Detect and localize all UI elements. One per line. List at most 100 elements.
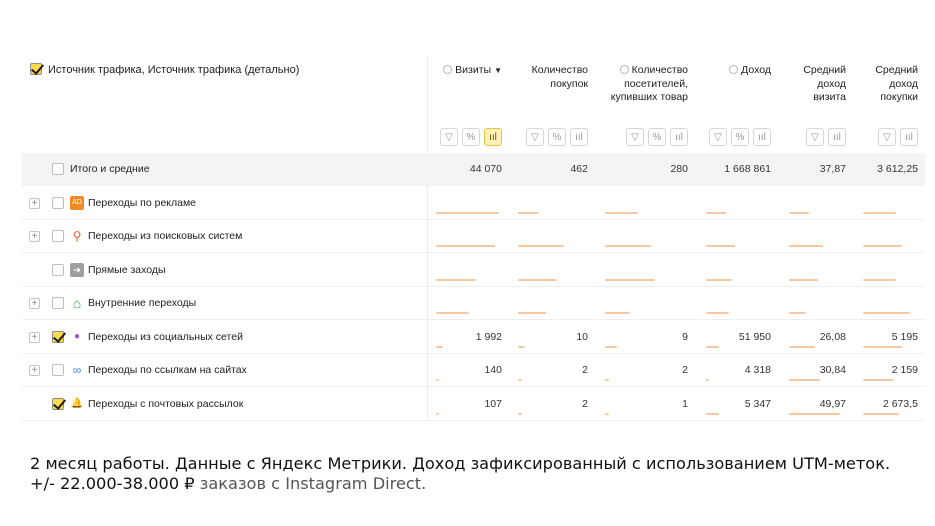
metric-cell: 1 992 — [475, 330, 502, 343]
percent-icon[interactable]: % — [648, 128, 666, 146]
metric-bar — [605, 345, 617, 348]
table-row[interactable]: + AD Переходы по рекламе — [22, 187, 925, 220]
metric-bar — [436, 412, 439, 415]
sort-desc-icon[interactable]: ▼ — [494, 66, 502, 75]
column-header-3[interactable]: Количество посетителей, купивших товар — [604, 64, 688, 105]
metric-bar — [706, 278, 732, 281]
search-icon: ⚲ — [72, 229, 82, 243]
metric-cell: 44 070 — [469, 163, 502, 175]
metric-cell: 140 — [484, 364, 502, 376]
metric-cell: 280 — [670, 163, 688, 175]
filter-icon[interactable]: ▽ — [526, 128, 544, 146]
row-checkbox[interactable] — [52, 163, 64, 175]
bar-chart-icon[interactable]: ııl — [753, 128, 771, 146]
row-checkbox[interactable] — [52, 397, 64, 410]
total-row[interactable]: Итого и средние 44 070 462 280 1 668 861 37,8… — [22, 153, 925, 186]
filter-icon[interactable]: ▽ — [626, 128, 644, 146]
info-icon[interactable] — [729, 65, 739, 74]
row-checkbox[interactable] — [52, 196, 64, 209]
row-checkbox[interactable] — [52, 330, 64, 343]
report-table: Источник трафика, Источник трафика (дета… — [22, 56, 925, 421]
bar-chart-icon[interactable]: ııl — [570, 128, 588, 146]
column-header-6[interactable]: Средний доход покупки — [863, 64, 918, 105]
expand-icon[interactable]: + — [29, 298, 40, 309]
expand-icon[interactable]: + — [29, 197, 40, 209]
column-header-5[interactable]: Средний доход визита — [791, 64, 846, 105]
metric-cell: 2 — [582, 364, 588, 376]
column-header-1[interactable]: Визиты ▼ — [430, 64, 502, 78]
bar-chart-icon[interactable]: ııl — [670, 128, 688, 146]
filter-icon[interactable]: ▽ — [709, 128, 727, 146]
table-row[interactable]: ➜ Прямые заходы — [22, 254, 925, 287]
metric-bar — [863, 379, 893, 381]
caption-text: 2 месяц работы. Данные с Яндекс Метрики.… — [30, 454, 910, 494]
metric-cell: 1 668 861 — [724, 163, 771, 175]
metric-cell: 5 347 — [744, 397, 771, 410]
filter-icon[interactable]: ▽ — [806, 128, 824, 146]
metric-bar — [706, 379, 709, 381]
row-checkbox[interactable] — [52, 230, 64, 242]
info-icon[interactable] — [619, 65, 629, 74]
bar-chart-icon[interactable]: ııl — [828, 128, 846, 146]
caption-main: 2 месяц работы. Данные с Яндекс Метрики.… — [30, 454, 891, 493]
bar-chart-icon[interactable]: ııl — [900, 128, 918, 146]
metric-bar — [436, 245, 495, 247]
metric-bar — [518, 245, 564, 247]
arrow-right-icon: ➜ — [70, 262, 84, 277]
metric-cell: 10 — [576, 330, 588, 343]
metric-bar — [706, 312, 729, 314]
metric-bar — [605, 312, 630, 314]
metric-cell: 2 159 — [891, 364, 918, 376]
table-row[interactable]: 🔔 Переходы с почтовых рассылок 107 2 1 5 347 4… — [22, 388, 925, 421]
metric-bar — [436, 278, 476, 281]
metric-cell: 5 195 — [891, 330, 918, 343]
metric-cell: 2 — [682, 364, 688, 376]
row-checkbox[interactable] — [52, 364, 64, 376]
metric-bar — [436, 312, 469, 314]
percent-icon[interactable]: % — [731, 128, 749, 146]
column-header-label: Визиты — [455, 64, 492, 76]
filter-icon[interactable]: ▽ — [440, 128, 458, 146]
table-row[interactable]: + ● Переходы из социальных сетей 1 992 10 9 51… — [22, 321, 925, 354]
metric-bar — [605, 379, 609, 381]
metric-bar — [863, 312, 910, 314]
dimension-title[interactable]: Источник трафика, Источник трафика (дета… — [48, 64, 299, 76]
metric-bar — [518, 211, 539, 214]
row-label: Переходы с почтовых рассылок — [88, 397, 244, 410]
filter-icon[interactable]: ▽ — [878, 128, 896, 146]
row-checkbox[interactable] — [52, 297, 64, 309]
expand-icon[interactable]: + — [29, 331, 40, 343]
metric-cell: 4 318 — [744, 364, 771, 376]
metric-bar — [518, 345, 525, 348]
column-tools: ▽% ııl — [626, 128, 688, 146]
percent-icon[interactable]: % — [548, 128, 566, 146]
column-header-2[interactable]: Количество покупок — [516, 64, 588, 91]
metric-bar — [706, 211, 726, 214]
bell-icon: 🔔 — [70, 397, 84, 409]
metric-bar — [518, 312, 546, 314]
metric-cell: 2 673,5 — [882, 397, 918, 410]
column-header-label: Средний доход покупки — [875, 64, 918, 103]
metric-bar — [706, 245, 735, 247]
metric-bar — [605, 211, 638, 214]
column-tools: ▽ ııl — [806, 128, 846, 146]
expand-icon[interactable]: + — [29, 365, 40, 376]
percent-icon[interactable]: % — [462, 128, 480, 146]
table-row[interactable]: + ⚲ Переходы из поисковых систем — [22, 220, 925, 253]
info-icon[interactable] — [443, 65, 453, 74]
metric-bar — [436, 345, 443, 348]
bar-chart-icon[interactable]: ııl — [484, 128, 502, 146]
metric-cell: 3 612,25 — [877, 163, 918, 175]
metric-bar — [863, 211, 896, 214]
column-header-label: Средний доход визита — [803, 64, 846, 103]
expand-icon[interactable]: + — [29, 231, 40, 242]
table-row[interactable]: + ⌂ Внутренние переходы — [22, 287, 925, 320]
row-checkbox[interactable] — [52, 263, 64, 276]
metric-bar — [605, 245, 651, 247]
dimension-checkbox[interactable] — [30, 63, 42, 75]
metric-cell: 107 — [484, 397, 502, 410]
link-icon: ∞ — [72, 363, 82, 377]
table-row[interactable]: + ∞ Переходы по ссылкам на сайтах 140 2 2 4 31… — [22, 354, 925, 387]
column-header-4[interactable]: Доход — [711, 64, 771, 78]
metric-bar — [518, 278, 557, 281]
